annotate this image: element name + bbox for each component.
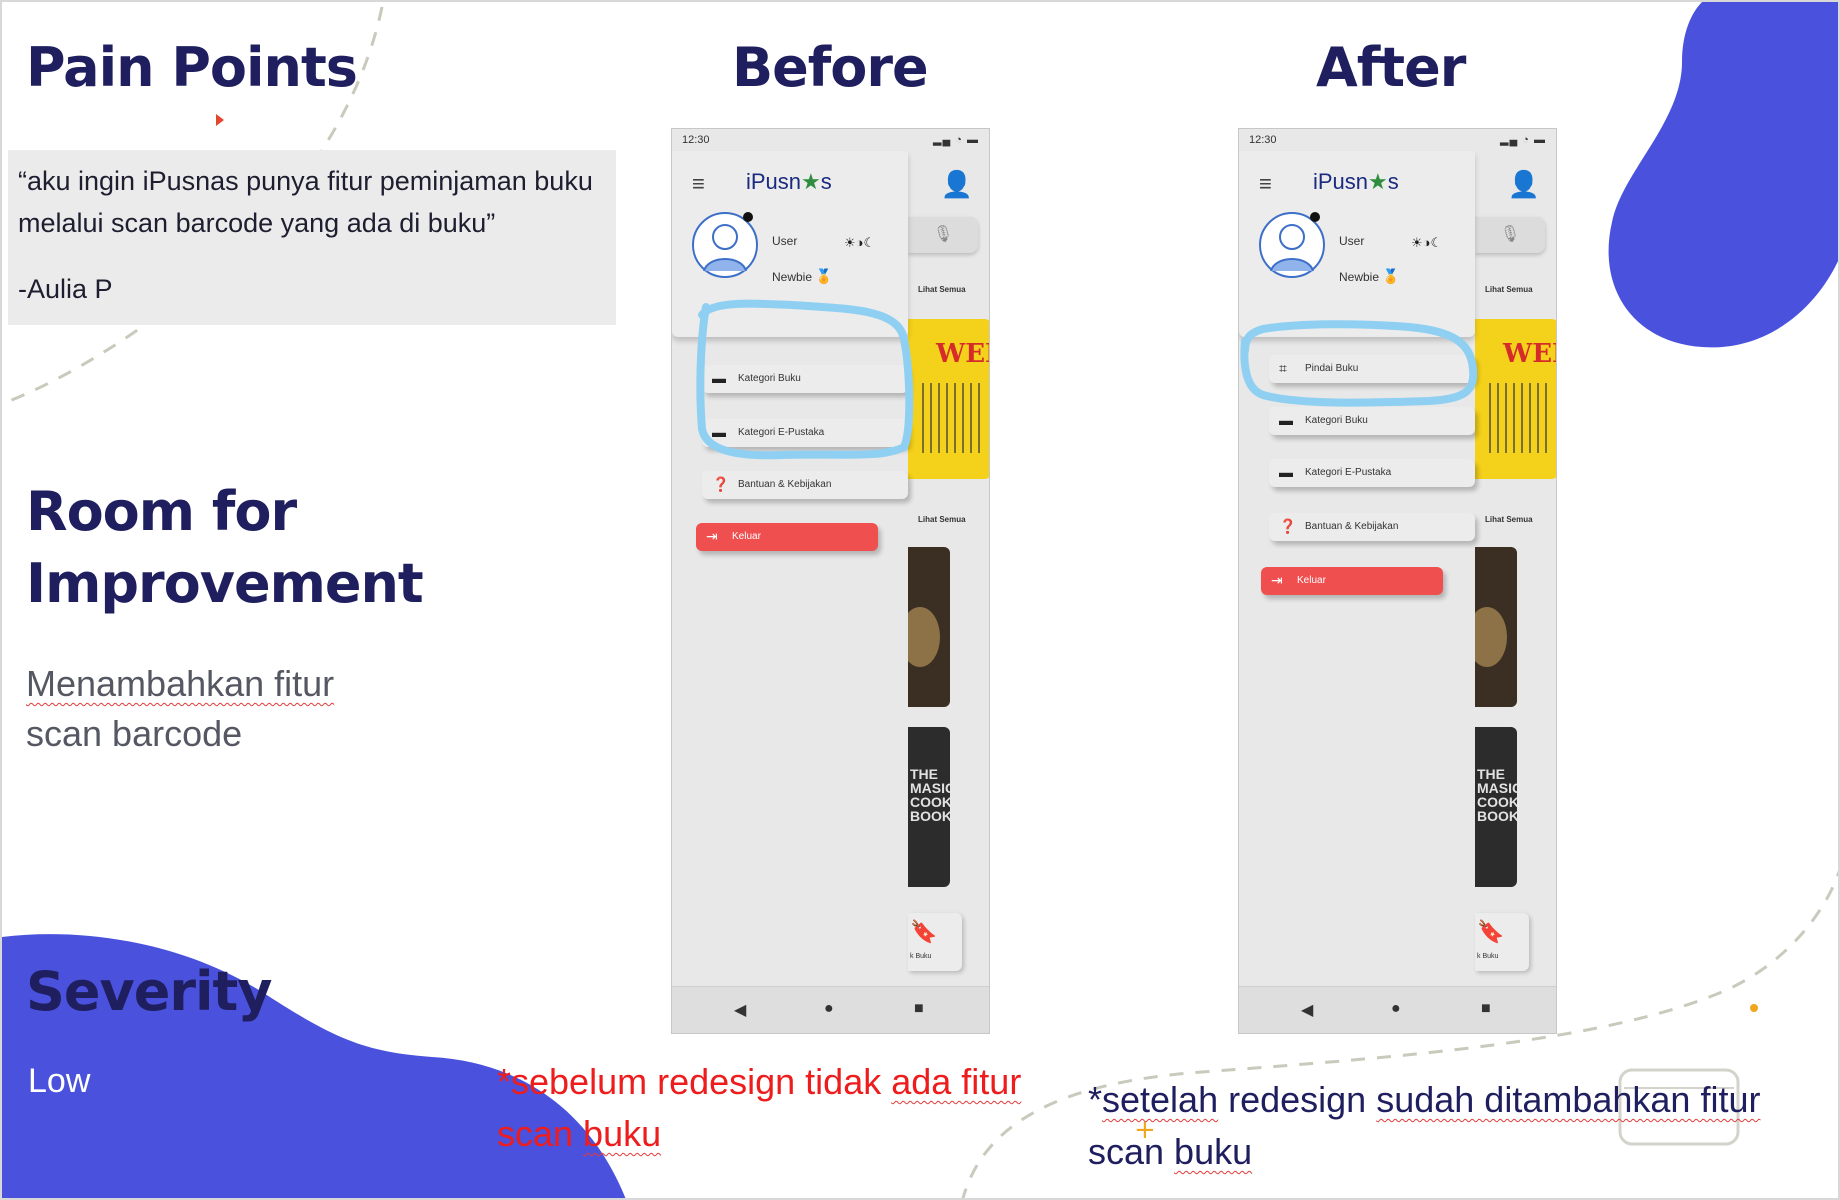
quote-author: -Aulia P: [18, 274, 113, 304]
improvement-line1: Menambahkan fitur: [26, 663, 335, 704]
quote-box: “aku ingin iPusnas punya fitur peminjama…: [8, 150, 616, 325]
after-note-text: sudah ditambahkan fitur: [1376, 1079, 1761, 1120]
before-note-text: scan: [497, 1113, 584, 1154]
after-note-text: redesign: [1218, 1079, 1377, 1120]
severity-title: Severity: [26, 960, 272, 1023]
room-title-line2: Improvement: [26, 552, 424, 615]
after-note-text: scan: [1088, 1131, 1175, 1172]
before-note: *sebelum redesign tidak ada fitur scan b…: [497, 1056, 1021, 1160]
after-note-text: buku: [1174, 1131, 1253, 1172]
before-note-text: *sebelum redesign tidak: [497, 1061, 892, 1102]
severity-value: Low: [28, 1062, 91, 1100]
orange-dot: [1750, 1004, 1758, 1012]
after-phone-screenshot: 12:30 ▂▄ ◔ ▬ 👤 🎙 Lihat Semua WEB Lihat S…: [1238, 128, 1557, 1034]
user-quote: “aku ingin iPusnas punya fitur peminjama…: [18, 166, 593, 238]
after-note-text: setelah: [1102, 1079, 1219, 1120]
highlight-circle: [696, 299, 914, 460]
highlight-circle: [1240, 320, 1478, 407]
top-right-blob: [1608, 2, 1838, 348]
slide: + Pain Points “aku ingin iPusnas punya f…: [0, 0, 1840, 1200]
before-note-text: buku: [583, 1113, 662, 1154]
after-title: After: [1316, 36, 1466, 99]
room-title-line1: Room for: [26, 480, 297, 543]
red-triangle-mark: [216, 114, 224, 126]
after-note: *setelah redesign sudah ditambahkan fitu…: [1088, 1074, 1760, 1178]
before-note-text: ada fitur: [891, 1061, 1022, 1102]
improvement-line2: scan barcode: [26, 713, 243, 754]
before-phone-screenshot: 12:30 ▂▄ ◔ ▬ 👤 🎙 Lihat Semua WEB Lihat S…: [671, 128, 990, 1034]
pain-points-title: Pain Points: [26, 36, 358, 99]
before-title: Before: [732, 36, 929, 99]
improvement-description: Menambahkan fitur scan barcode: [26, 659, 334, 759]
after-note-text: *: [1088, 1079, 1103, 1120]
room-for-improvement-title: Room for Improvement: [26, 476, 424, 620]
